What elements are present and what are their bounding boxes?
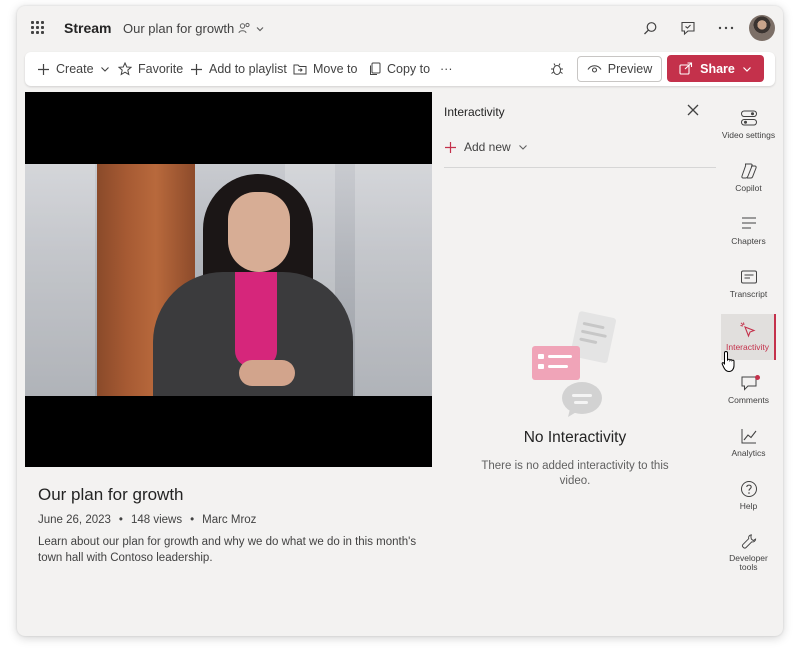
share-icon [679,62,693,75]
rail-item-analytics[interactable]: Analytics [721,420,776,466]
plus-icon [445,141,456,153]
panel-divider [444,167,716,168]
stream-window: Stream Our plan for growth Create Favori… [17,6,783,636]
add-to-playlist-button[interactable]: Add to playlist [190,52,287,86]
video-views: 148 views [130,514,183,526]
people-icon [238,22,250,34]
copy-to-label: Copy to [387,62,431,76]
chapters-icon [741,217,756,229]
rail-item-help[interactable]: Help [721,473,776,519]
create-button[interactable]: Create [37,52,110,86]
add-new-button[interactable]: Add new [444,140,528,154]
favorite-label: Favorite [138,62,184,76]
rail-label: Help [739,501,758,511]
video-author[interactable]: Marc Mroz [202,514,256,526]
more-commands-label: ··· [440,62,453,76]
more-commands-button[interactable]: ··· [440,52,453,86]
transcript-icon [740,270,757,284]
avatar[interactable] [749,15,775,41]
search-icon[interactable] [631,14,669,42]
interactivity-icon [739,322,756,338]
doc-title-text: Our plan for growth [123,21,235,36]
add-to-playlist-label: Add to playlist [209,62,287,76]
move-to-button[interactable]: Move to [293,52,357,86]
folder-move-icon [293,64,307,75]
preview-button[interactable]: Preview [577,56,662,82]
favorite-button[interactable]: Favorite [118,52,183,86]
rail-item-chapters[interactable]: Chapters [721,208,776,254]
copy-to-button[interactable]: Copy to [368,52,430,86]
plus-icon [38,63,49,75]
rail-label: Video settings [721,130,776,140]
rail-label: Copilot [735,183,762,193]
chevron-down-icon [256,26,264,31]
copilot-icon [740,163,757,179]
meta-separator: • [190,514,195,526]
video-date: June 26, 2023 [38,514,111,526]
rail-item-developer-tools[interactable]: Developer tools [721,526,776,572]
more-options-icon[interactable] [707,14,745,42]
share-button[interactable]: Share [667,55,764,82]
empty-state-description: There is no added interactivity to this … [481,460,669,487]
empty-state-title: No Interactivity [523,429,627,446]
app-launcher-icon[interactable] [31,21,45,35]
video-settings-icon [740,110,757,126]
rail-label: Chapters [731,236,766,246]
eye-icon [587,64,602,73]
bug-icon[interactable] [550,52,564,86]
top-bar: Stream Our plan for growth [17,6,783,50]
top-actions [631,14,783,42]
rail-label: Transcript [729,289,768,299]
interactivity-panel: Interactivity Add new No Interactivity T… [432,92,718,632]
video-title: Our plan for growth [38,485,184,504]
doc-title[interactable]: Our plan for growth [123,21,265,36]
notification-dot [755,375,760,380]
chevron-down-icon [100,67,109,72]
rail-item-copilot[interactable]: Copilot [721,155,776,201]
command-bar: Create Favorite Add to playlist Move to … [25,52,775,86]
panel-title: Interactivity [444,105,505,119]
share-label: Share [700,61,735,76]
rail-label: Analytics [731,448,766,458]
rail-item-video-settings[interactable]: Video settings [721,102,776,148]
developer-tools-icon [741,534,756,549]
video-frame [25,164,432,396]
rail-label: Developer tools [729,553,768,572]
close-icon[interactable] [686,103,700,122]
plus-icon [191,63,202,75]
move-to-label: Move to [313,62,358,76]
empty-state-illustration [532,311,616,417]
feedback-icon[interactable] [669,14,707,42]
help-icon [740,481,757,497]
copy-icon [370,62,381,75]
chevron-down-icon [518,145,527,150]
rail-label: Comments [727,395,770,405]
create-label: Create [56,62,94,76]
video-meta: June 26, 2023 • 148 views • Marc Mroz [38,514,256,526]
star-icon [118,62,132,76]
video-player[interactable] [25,92,432,467]
preview-label: Preview [607,62,653,76]
meta-separator: • [118,514,123,526]
video-description: Learn about our plan for growth and why … [38,536,417,564]
rail-item-transcript[interactable]: Transcript [721,261,776,307]
hand-cursor-icon [721,350,735,373]
chevron-down-icon [742,66,751,72]
analytics-icon [741,429,756,444]
app-name[interactable]: Stream [64,20,111,36]
add-new-label: Add new [464,140,511,154]
